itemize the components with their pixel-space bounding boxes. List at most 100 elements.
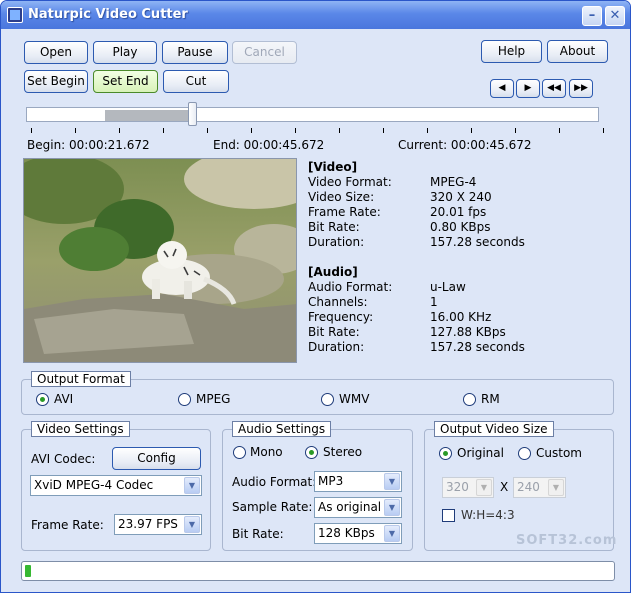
size-original-label[interactable]: Original xyxy=(457,446,504,460)
video-info-value: 20.01 fps xyxy=(430,205,487,219)
set-end-button[interactable]: Set End xyxy=(93,70,158,93)
bit-rate-select[interactable]: 128 KBps ▼ xyxy=(314,523,402,544)
preview-image xyxy=(24,159,296,362)
cut-button[interactable]: Cut xyxy=(163,70,229,93)
audio-format-value: MP3 xyxy=(318,474,344,488)
width-select: 320 ▼ xyxy=(442,477,494,498)
chevron-down-icon: ▼ xyxy=(384,499,400,516)
audio-format-label: Audio Format: xyxy=(232,475,317,489)
frame-rate-value: 23.97 FPS xyxy=(118,517,178,531)
mono-label[interactable]: Mono xyxy=(250,445,283,459)
video-preview[interactable] xyxy=(23,158,297,363)
timeline-thumb[interactable] xyxy=(188,102,198,126)
size-by-label: X xyxy=(500,480,509,494)
audio-format-select[interactable]: MP3 ▼ xyxy=(314,471,402,492)
format-mpeg-label[interactable]: MPEG xyxy=(196,392,230,406)
video-info-value: 320 X 240 xyxy=(430,190,492,204)
format-wmv-radio[interactable] xyxy=(321,393,334,406)
video-info-value: 157.28 seconds xyxy=(430,235,525,249)
mono-radio[interactable] xyxy=(233,446,246,459)
chevron-down-icon: ▼ xyxy=(184,477,200,494)
height-select: 240 ▼ xyxy=(513,477,566,498)
output-size-title: Output Video Size xyxy=(434,421,554,437)
audio-info-key: Channels: xyxy=(308,295,368,309)
format-wmv-label[interactable]: WMV xyxy=(339,392,369,406)
window-title: Naturpic Video Cutter xyxy=(28,7,188,22)
chevron-down-icon: ▼ xyxy=(184,516,200,533)
audio-info-value: 127.88 KBps xyxy=(430,325,506,339)
chevron-down-icon: ▼ xyxy=(384,473,400,490)
timeline-selection xyxy=(105,110,193,121)
minimize-icon: – xyxy=(588,8,596,23)
title-bar[interactable]: Naturpic Video Cutter – ✕ xyxy=(1,1,630,29)
progress-fill xyxy=(25,565,31,577)
end-time: End: 00:00:45.672 xyxy=(213,138,325,152)
timeline-tick xyxy=(339,128,340,133)
audio-settings-title: Audio Settings xyxy=(232,421,332,437)
ratio-checkbox[interactable] xyxy=(442,509,455,522)
output-format-group: Output Format xyxy=(21,371,614,415)
open-button[interactable]: Open xyxy=(24,41,88,64)
minimize-button[interactable]: – xyxy=(582,6,602,26)
sample-rate-select[interactable]: As original ▼ xyxy=(314,497,402,518)
video-info-value: MPEG-4 xyxy=(430,175,477,189)
video-settings-title: Video Settings xyxy=(31,421,130,437)
bit-rate-label: Bit Rate: xyxy=(232,527,284,541)
fast-forward-button[interactable]: ▶▶ xyxy=(569,79,593,98)
stereo-label[interactable]: Stereo xyxy=(323,445,362,459)
audio-info-key: Audio Format: xyxy=(308,280,393,294)
close-button[interactable]: ✕ xyxy=(605,6,625,26)
video-info-key: Duration: xyxy=(308,235,365,249)
video-info-key: Frame Rate: xyxy=(308,205,381,219)
audio-info-value: 16.00 KHz xyxy=(430,310,492,324)
timeline-tick xyxy=(207,128,208,133)
stereo-radio[interactable] xyxy=(305,446,318,459)
video-info-key: Bit Rate: xyxy=(308,220,360,234)
format-rm-radio[interactable] xyxy=(463,393,476,406)
frame-rate-label: Frame Rate: xyxy=(31,518,104,532)
timeline-tick xyxy=(163,128,164,133)
audio-info-header: [Audio] xyxy=(308,265,358,279)
audio-info-key: Duration: xyxy=(308,340,365,354)
format-avi-label[interactable]: AVI xyxy=(54,392,73,406)
output-format-title: Output Format xyxy=(31,371,131,387)
play-button[interactable]: Play xyxy=(93,41,157,64)
format-mpeg-radio[interactable] xyxy=(178,393,191,406)
timeline-tick xyxy=(31,128,32,133)
codec-select[interactable]: XviD MPEG-4 Codec ▼ xyxy=(30,475,202,496)
timeline-tick xyxy=(559,128,560,133)
timeline-tick xyxy=(603,128,604,133)
about-button[interactable]: About xyxy=(547,40,608,63)
audio-info-key: Frequency: xyxy=(308,310,374,324)
size-custom-radio[interactable] xyxy=(518,447,531,460)
timeline-tick xyxy=(427,128,428,133)
rewind-button[interactable]: ◀◀ xyxy=(542,79,566,98)
fast-forward-icon: ▶▶ xyxy=(574,83,588,93)
pause-button[interactable]: Pause xyxy=(162,41,228,64)
ratio-label[interactable]: W:H=4:3 xyxy=(461,508,515,522)
begin-time: Begin: 00:00:21.672 xyxy=(27,138,150,152)
size-original-radio[interactable] xyxy=(439,447,452,460)
size-custom-label[interactable]: Custom xyxy=(536,446,582,460)
cancel-button: Cancel xyxy=(232,41,297,64)
frame-rate-select[interactable]: 23.97 FPS ▼ xyxy=(114,514,202,535)
help-button[interactable]: Help xyxy=(481,40,542,63)
timeline-tick xyxy=(295,128,296,133)
timeline-tick xyxy=(119,128,120,133)
format-rm-label[interactable]: RM xyxy=(481,392,500,406)
next-frame-button[interactable]: ▶ xyxy=(516,79,540,98)
width-value: 320 xyxy=(446,480,469,494)
prev-icon: ◀ xyxy=(498,83,506,93)
timeline-tick xyxy=(383,128,384,133)
set-begin-button[interactable]: Set Begin xyxy=(24,70,88,93)
chevron-down-icon: ▼ xyxy=(548,479,564,496)
bit-rate-value: 128 KBps xyxy=(318,526,375,540)
app-window: Naturpic Video Cutter – ✕ Open Play Paus… xyxy=(0,0,631,593)
timeline-tick xyxy=(471,128,472,133)
config-button[interactable]: Config xyxy=(112,447,201,470)
format-avi-radio[interactable] xyxy=(36,393,49,406)
video-info-header: [Video] xyxy=(308,160,358,174)
timeline-tick xyxy=(515,128,516,133)
codec-value: XviD MPEG-4 Codec xyxy=(34,478,154,492)
prev-frame-button[interactable]: ◀ xyxy=(490,79,514,98)
